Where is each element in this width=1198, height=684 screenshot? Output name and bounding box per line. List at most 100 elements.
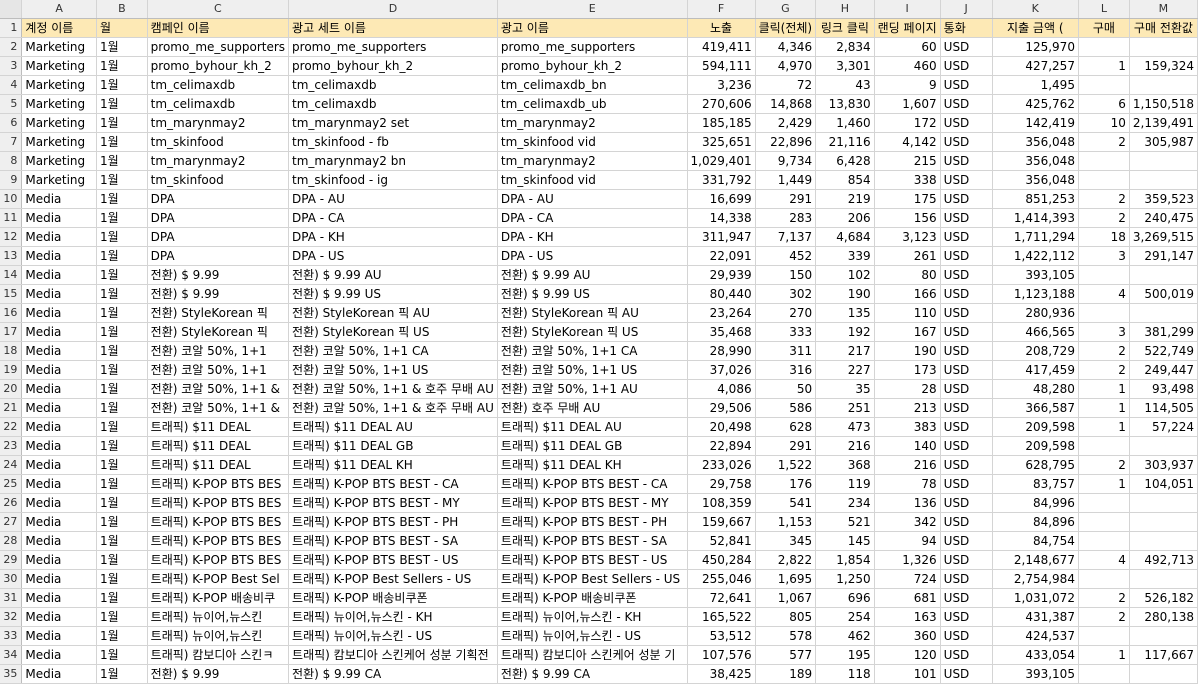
cell[interactable]: 216 (874, 455, 941, 475)
cell[interactable]: 랜딩 페이지 (874, 18, 941, 38)
cell[interactable]: 577 (755, 645, 817, 665)
cell[interactable]: DPA - US (288, 246, 498, 266)
cell[interactable]: 1 (1078, 398, 1130, 418)
cell[interactable]: 117,667 (1129, 645, 1198, 665)
cell[interactable]: 1월 (96, 436, 148, 456)
cell[interactable]: Media (21, 265, 98, 285)
cell[interactable]: USD (940, 550, 993, 570)
cell[interactable]: USD (940, 493, 993, 513)
cell[interactable]: 522,749 (1129, 341, 1198, 361)
cell[interactable]: 156 (874, 208, 941, 228)
row-number[interactable]: 15 (0, 284, 23, 304)
cell[interactable]: USD (940, 341, 993, 361)
cell[interactable]: 136 (874, 493, 941, 513)
cell[interactable]: tm_marynmay2 (497, 151, 688, 171)
row-number[interactable]: 10 (0, 189, 23, 209)
cell[interactable]: 트래픽) $11 DEAL AU (288, 417, 498, 437)
cell[interactable]: 1월 (96, 398, 148, 418)
cell[interactable]: 1,607 (874, 94, 941, 114)
cell[interactable]: 1월 (96, 303, 148, 323)
cell[interactable]: 2,834 (815, 37, 875, 57)
cell[interactable]: 2,429 (755, 113, 817, 133)
cell[interactable] (1129, 493, 1198, 513)
cell[interactable]: 356,048 (992, 170, 1079, 190)
cell[interactable]: USD (940, 645, 993, 665)
cell[interactable]: 14,868 (755, 94, 817, 114)
row-number[interactable]: 9 (0, 170, 23, 190)
column-header[interactable]: B (96, 0, 148, 19)
cell[interactable]: Media (21, 436, 98, 456)
cell[interactable]: 지출 금액 ( (992, 18, 1079, 38)
cell[interactable]: 270 (755, 303, 817, 323)
cell[interactable]: USD (940, 322, 993, 342)
cell[interactable]: promo_me_supporters (147, 37, 290, 57)
cell[interactable]: 트래픽) K-POP BTS BEST - SA (497, 531, 688, 551)
cell[interactable]: Media (21, 588, 98, 608)
cell[interactable]: 356,048 (992, 132, 1079, 152)
cell[interactable]: 427,257 (992, 56, 1079, 76)
cell[interactable]: 255,046 (687, 569, 756, 589)
cell[interactable]: 594,111 (687, 56, 756, 76)
cell[interactable]: Media (21, 455, 98, 475)
cell[interactable] (1129, 664, 1198, 684)
row-number[interactable]: 22 (0, 417, 23, 437)
row-number[interactable]: 24 (0, 455, 23, 475)
cell[interactable]: Marketing (21, 56, 98, 76)
cell[interactable]: 94 (874, 531, 941, 551)
cell[interactable] (1078, 664, 1130, 684)
cell[interactable]: 트래픽) 뉴이어,뉴스킨 (147, 626, 290, 646)
cell[interactable]: 29,939 (687, 265, 756, 285)
cell[interactable]: 192 (815, 322, 875, 342)
cell[interactable]: 전환) $ 9.99 CA (497, 664, 688, 684)
cell[interactable]: 1,711,294 (992, 227, 1079, 247)
row-number[interactable]: 21 (0, 398, 23, 418)
cell[interactable]: 628 (755, 417, 817, 437)
column-header[interactable]: J (940, 0, 993, 19)
cell[interactable]: 전환) 코알 50%, 1+1 & (147, 379, 290, 399)
cell[interactable]: 트래픽) K-POP BTS BES (147, 531, 290, 551)
cell[interactable]: 83,757 (992, 474, 1079, 494)
cell[interactable]: 233,026 (687, 455, 756, 475)
cell[interactable] (1078, 512, 1130, 532)
cell[interactable]: 22,894 (687, 436, 756, 456)
cell[interactable]: 460 (874, 56, 941, 76)
cell[interactable]: 1월 (96, 379, 148, 399)
cell[interactable]: promo_me_supporters (497, 37, 688, 57)
cell[interactable]: Media (21, 303, 98, 323)
column-header[interactable]: H (815, 0, 875, 19)
column-header[interactable]: F (687, 0, 756, 19)
cell[interactable]: USD (940, 37, 993, 57)
cell[interactable] (1129, 531, 1198, 551)
column-header[interactable]: G (755, 0, 817, 19)
column-header[interactable]: A (21, 0, 98, 19)
cell[interactable]: 159,324 (1129, 56, 1198, 76)
cell[interactable]: 전환) 코알 50%, 1+1 & 호주 무배 AU (288, 398, 498, 418)
cell[interactable]: 구매 전환값 (1129, 18, 1198, 38)
cell[interactable]: 302 (755, 284, 817, 304)
cell[interactable]: 452 (755, 246, 817, 266)
cell[interactable]: 2,148,677 (992, 550, 1079, 570)
cell[interactable]: 1월 (96, 360, 148, 380)
row-number[interactable]: 25 (0, 474, 23, 494)
cell[interactable]: 108,359 (687, 493, 756, 513)
cell[interactable]: Media (21, 322, 98, 342)
cell[interactable]: 4,142 (874, 132, 941, 152)
cell[interactable]: 291 (755, 436, 817, 456)
cell[interactable]: 전환) StyleKorean 픽 AU (497, 303, 688, 323)
cell[interactable]: 280,936 (992, 303, 1079, 323)
cell[interactable]: 43 (815, 75, 875, 95)
cell[interactable]: USD (940, 246, 993, 266)
cell[interactable]: 1월 (96, 474, 148, 494)
cell[interactable]: 35,468 (687, 322, 756, 342)
cell[interactable]: 9 (874, 75, 941, 95)
cell[interactable]: 1월 (96, 94, 148, 114)
cell[interactable]: Media (21, 284, 98, 304)
cell[interactable]: Marketing (21, 151, 98, 171)
cell[interactable]: DPA - US (497, 246, 688, 266)
cell[interactable]: 500,019 (1129, 284, 1198, 304)
cell[interactable]: 135 (815, 303, 875, 323)
cell[interactable]: 1월 (96, 284, 148, 304)
cell[interactable]: 38,425 (687, 664, 756, 684)
cell[interactable]: 80 (874, 265, 941, 285)
cell[interactable]: 2 (1078, 341, 1130, 361)
